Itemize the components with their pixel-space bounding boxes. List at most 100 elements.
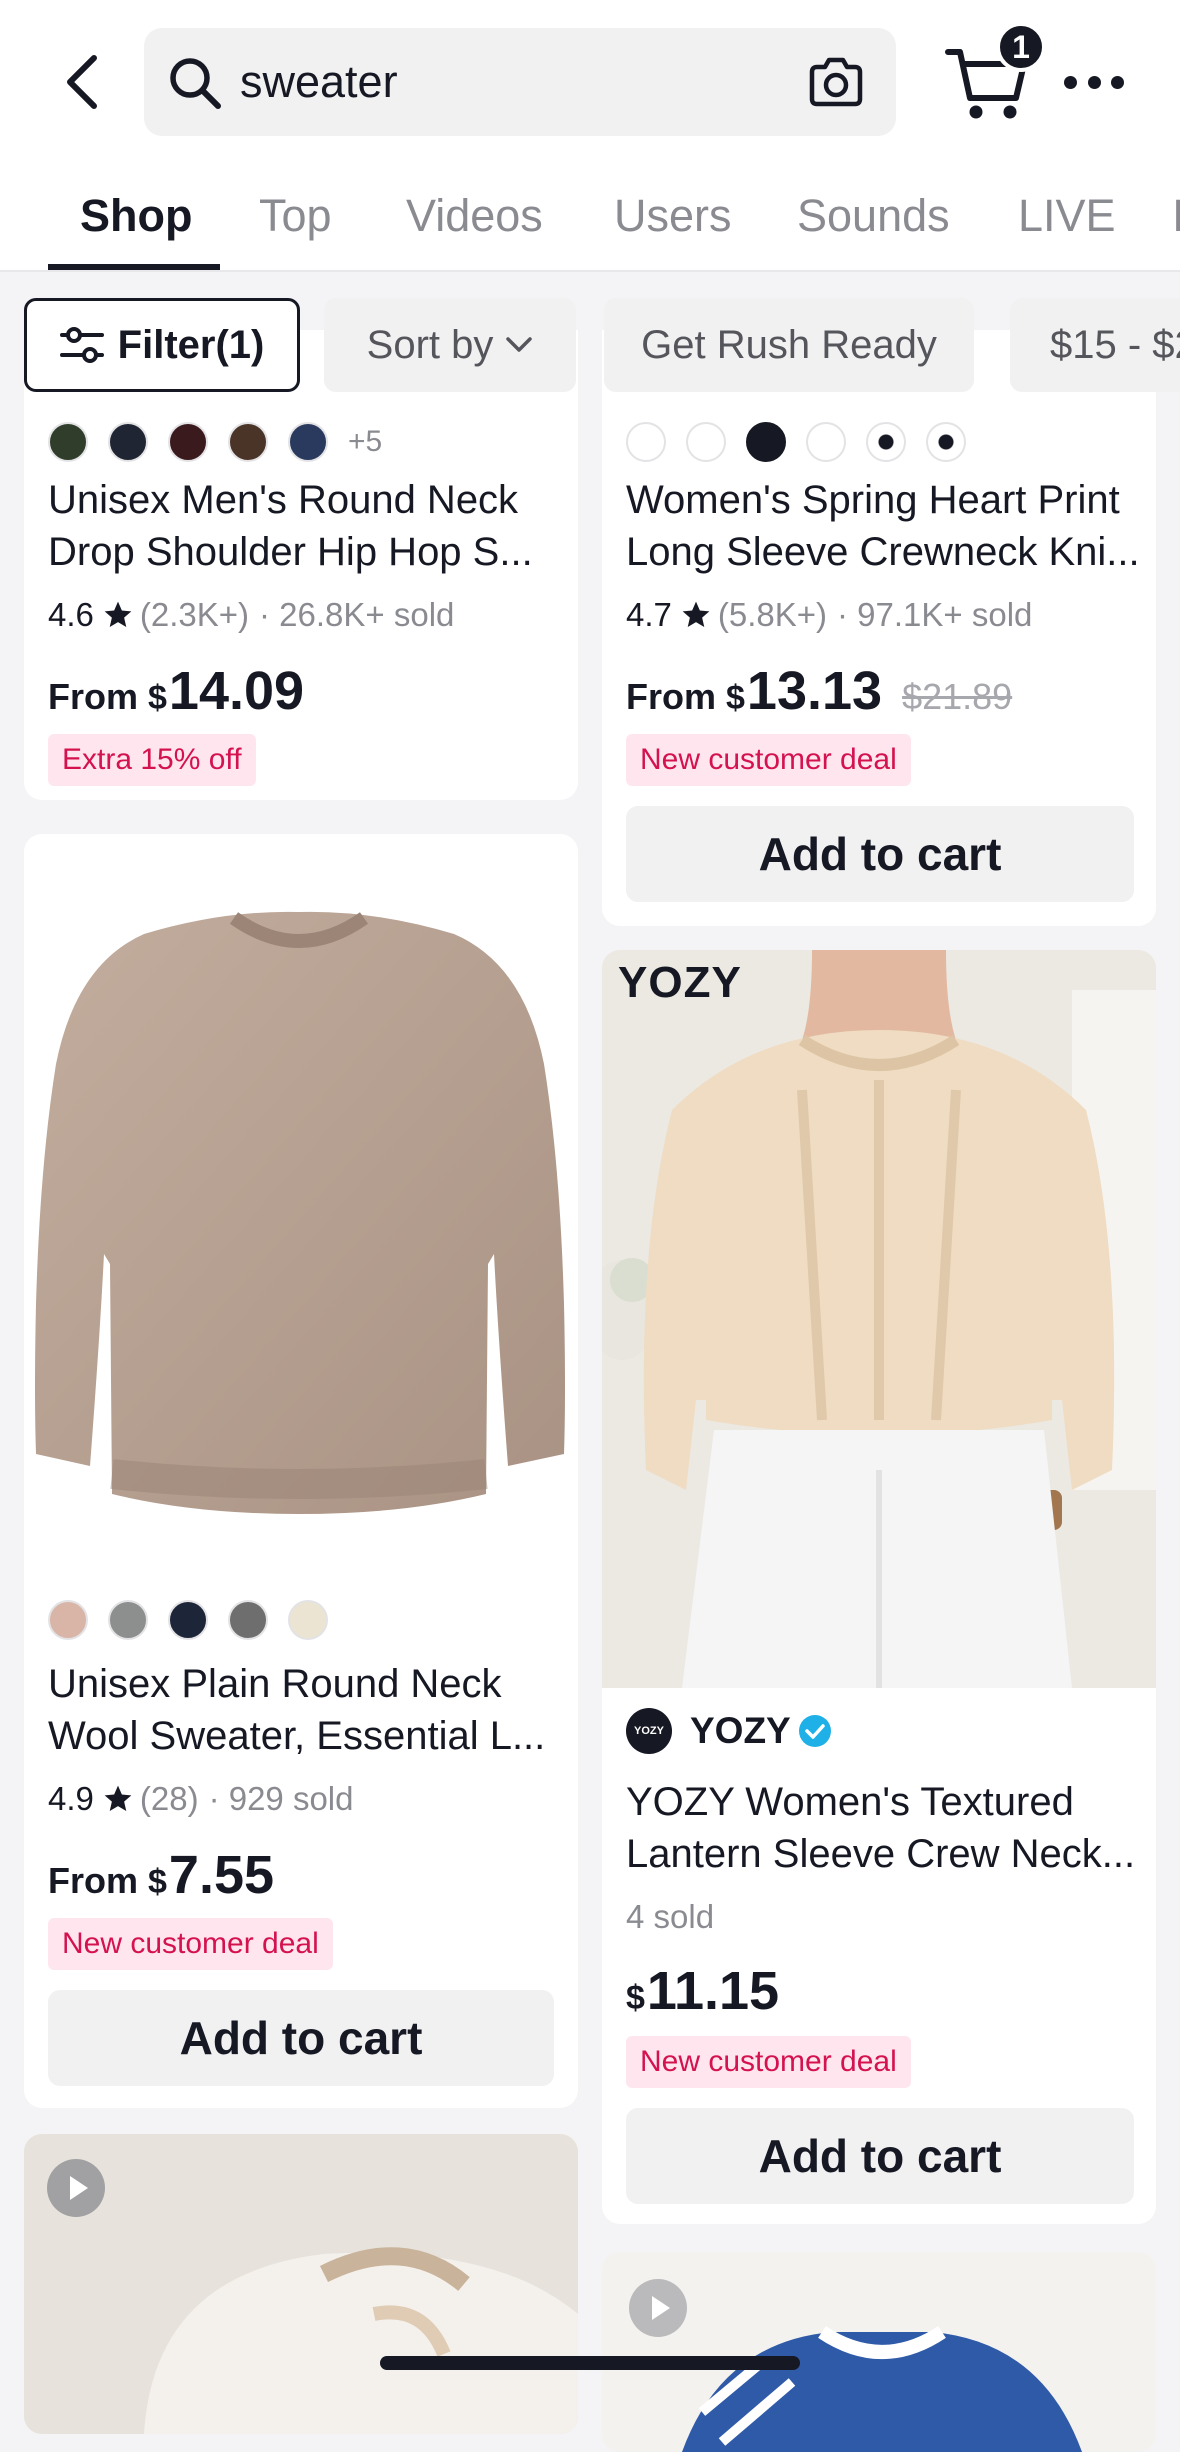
tab-top[interactable]: Top [259, 186, 332, 246]
color-swatch[interactable] [866, 422, 906, 462]
tab-sounds[interactable]: Sounds [797, 186, 950, 246]
price-amount: 7.55 [168, 1845, 275, 1905]
active-tab-indicator [48, 264, 220, 270]
filter-label: Filter(1) [117, 322, 265, 367]
sold-count: · 26.8K+ sold [259, 596, 455, 633]
color-swatch[interactable] [806, 422, 846, 462]
product-title-line2: Lantern Sleeve Crew Neck... [626, 1832, 1136, 1876]
color-swatches [48, 1600, 348, 1640]
product-price: $ 11.15 [626, 1960, 779, 2022]
back-button[interactable] [52, 46, 112, 118]
product-image[interactable] [24, 834, 578, 1590]
product-title-line2: Long Sleeve Crewneck Kni... [626, 530, 1140, 574]
color-swatch[interactable] [228, 1600, 268, 1640]
star-icon [104, 1785, 132, 1811]
sold-count: 4 sold [626, 1898, 715, 1935]
promo-badge: New customer deal [626, 2036, 911, 2088]
product-card[interactable] [24, 2134, 578, 2434]
star-icon [104, 601, 132, 627]
verified-badge-icon [799, 1715, 831, 1747]
tab-videos[interactable]: Videos [406, 186, 543, 246]
color-swatch[interactable] [108, 1600, 148, 1640]
color-swatch[interactable] [626, 422, 666, 462]
search-icon [170, 58, 221, 109]
chevron-down-icon [506, 337, 533, 352]
product-rating: 4.7 (5.8K+) · 97.1K+ sold [626, 596, 1032, 634]
sold-count: · 97.1K+ sold [837, 596, 1033, 633]
camera-icon[interactable] [806, 56, 866, 108]
play-icon [47, 2159, 105, 2217]
knit-sweater-image [24, 2134, 578, 2434]
color-swatch[interactable] [686, 422, 726, 462]
product-card[interactable] [602, 2252, 1156, 2452]
product-price: From $ 14.09 [48, 660, 304, 722]
color-swatch[interactable] [288, 422, 328, 462]
color-swatch[interactable] [228, 422, 268, 462]
original-price: $21.89 [902, 676, 1013, 717]
promo-badge: New customer deal [48, 1918, 333, 1970]
add-to-cart-button[interactable]: Add to cart [626, 806, 1134, 902]
promo-badge: New customer deal [626, 734, 911, 786]
search-tabs: Shop Top Videos Users Sounds LIVE I [0, 168, 1180, 272]
add-to-cart-button[interactable]: Add to cart [626, 2108, 1134, 2204]
price-range-label: $15 - $2 [1050, 322, 1180, 367]
price-from-label: From [48, 1860, 138, 1901]
price-amount: 14.09 [168, 661, 305, 721]
sort-label: Sort by [366, 322, 494, 367]
sort-by-dropdown[interactable]: Sort by [324, 298, 576, 392]
review-count: (2.3K+) [139, 596, 250, 633]
review-count: (28) [139, 1780, 199, 1817]
product-card[interactable]: +5 Unisex Men's Round Neck Drop Shoulder… [24, 330, 578, 800]
tab-users[interactable]: Users [614, 186, 732, 246]
product-title-line1: Unisex Men's Round Neck [48, 478, 519, 522]
tab-more[interactable]: I [1172, 186, 1180, 246]
more-dot [1064, 75, 1077, 89]
rating-value: 4.7 [626, 596, 672, 633]
price-amount: 13.13 [746, 661, 883, 721]
product-card[interactable]: YOZY YOZY YOZY YOZY Women's Textured Lan… [602, 950, 1156, 2224]
shop-name[interactable]: YOZY [690, 1708, 791, 1754]
price-currency: $ [148, 679, 167, 717]
color-swatch[interactable] [168, 422, 208, 462]
product-title-line2: Wool Sweater, Essential L... [48, 1714, 546, 1758]
price-currency: $ [148, 1863, 167, 1901]
search-input[interactable]: sweater [144, 28, 896, 136]
tab-live[interactable]: LIVE [1018, 186, 1116, 246]
star-icon [682, 601, 710, 627]
color-swatch[interactable] [288, 1600, 328, 1640]
play-icon [629, 2279, 687, 2337]
sold-count: · 929 sold [208, 1780, 354, 1817]
price-range-chip[interactable]: $15 - $2 [1010, 298, 1180, 392]
product-card[interactable]: Women's Spring Heart Print Long Sleeve C… [602, 330, 1156, 926]
more-options-button[interactable] [1064, 62, 1124, 102]
filter-button[interactable]: Filter(1) [24, 298, 300, 392]
product-price: From $ 7.55 [48, 1844, 274, 1906]
product-image[interactable]: YOZY [602, 950, 1156, 1688]
color-swatch[interactable] [48, 1600, 88, 1640]
header: sweater 1 Shop Top Videos Users Sounds L… [0, 0, 1180, 392]
sweater-image [35, 911, 565, 1514]
product-video-thumbnail[interactable] [602, 2252, 1156, 2452]
more-dot [1087, 75, 1101, 89]
color-swatch[interactable] [926, 422, 966, 462]
product-video-thumbnail[interactable] [24, 2134, 578, 2434]
price-amount: 11.15 [646, 1961, 780, 2021]
shop-logo-text: YOZY [634, 1725, 664, 1737]
color-swatches [626, 422, 986, 462]
sliders-icon [59, 327, 104, 363]
promo-badge: Extra 15% off [48, 734, 256, 786]
color-swatch[interactable] [168, 1600, 208, 1640]
color-swatch[interactable] [108, 422, 148, 462]
price-currency: $ [626, 1979, 645, 2017]
shop-logo[interactable]: YOZY [626, 1708, 672, 1754]
product-card[interactable]: Unisex Plain Round Neck Wool Sweater, Es… [24, 834, 578, 2108]
add-to-cart-button[interactable]: Add to cart [48, 1990, 554, 2086]
get-rush-ready-chip[interactable]: Get Rush Ready [604, 298, 974, 392]
tab-shop[interactable]: Shop [80, 186, 192, 246]
color-swatch[interactable] [48, 422, 88, 462]
more-colors-count: +5 [348, 425, 383, 458]
rating-value: 4.6 [48, 596, 94, 633]
search-query[interactable]: sweater [240, 52, 398, 112]
color-swatches: +5 [48, 422, 382, 462]
color-swatch[interactable] [746, 422, 786, 462]
